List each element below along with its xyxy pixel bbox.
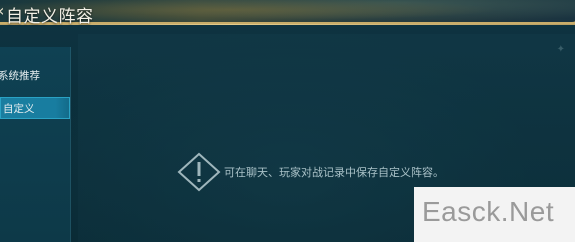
decorative-mark-icon: ✦ xyxy=(556,44,565,55)
sidebar-item-system-recommended[interactable]: 系统推荐 xyxy=(0,65,70,87)
sidebar-item-custom[interactable]: 自定义 xyxy=(0,97,70,119)
lineup-category-sidebar: 系统推荐 自定义 xyxy=(0,47,71,242)
page-title: 自定义阵容 xyxy=(6,7,94,27)
warning-diamond-icon xyxy=(177,152,221,192)
watermark: Easck.Net xyxy=(414,187,575,242)
empty-state-message: 可在聊天、玩家对战记录中保存自定义阵容。 xyxy=(224,166,444,179)
game-screen: ‹ 自定义阵容 ✦ 系统推荐 自定义 可在聊天、玩家对战记录中保存自定义阵容。 … xyxy=(0,0,575,242)
watermark-text: Easck.Net xyxy=(422,196,555,227)
